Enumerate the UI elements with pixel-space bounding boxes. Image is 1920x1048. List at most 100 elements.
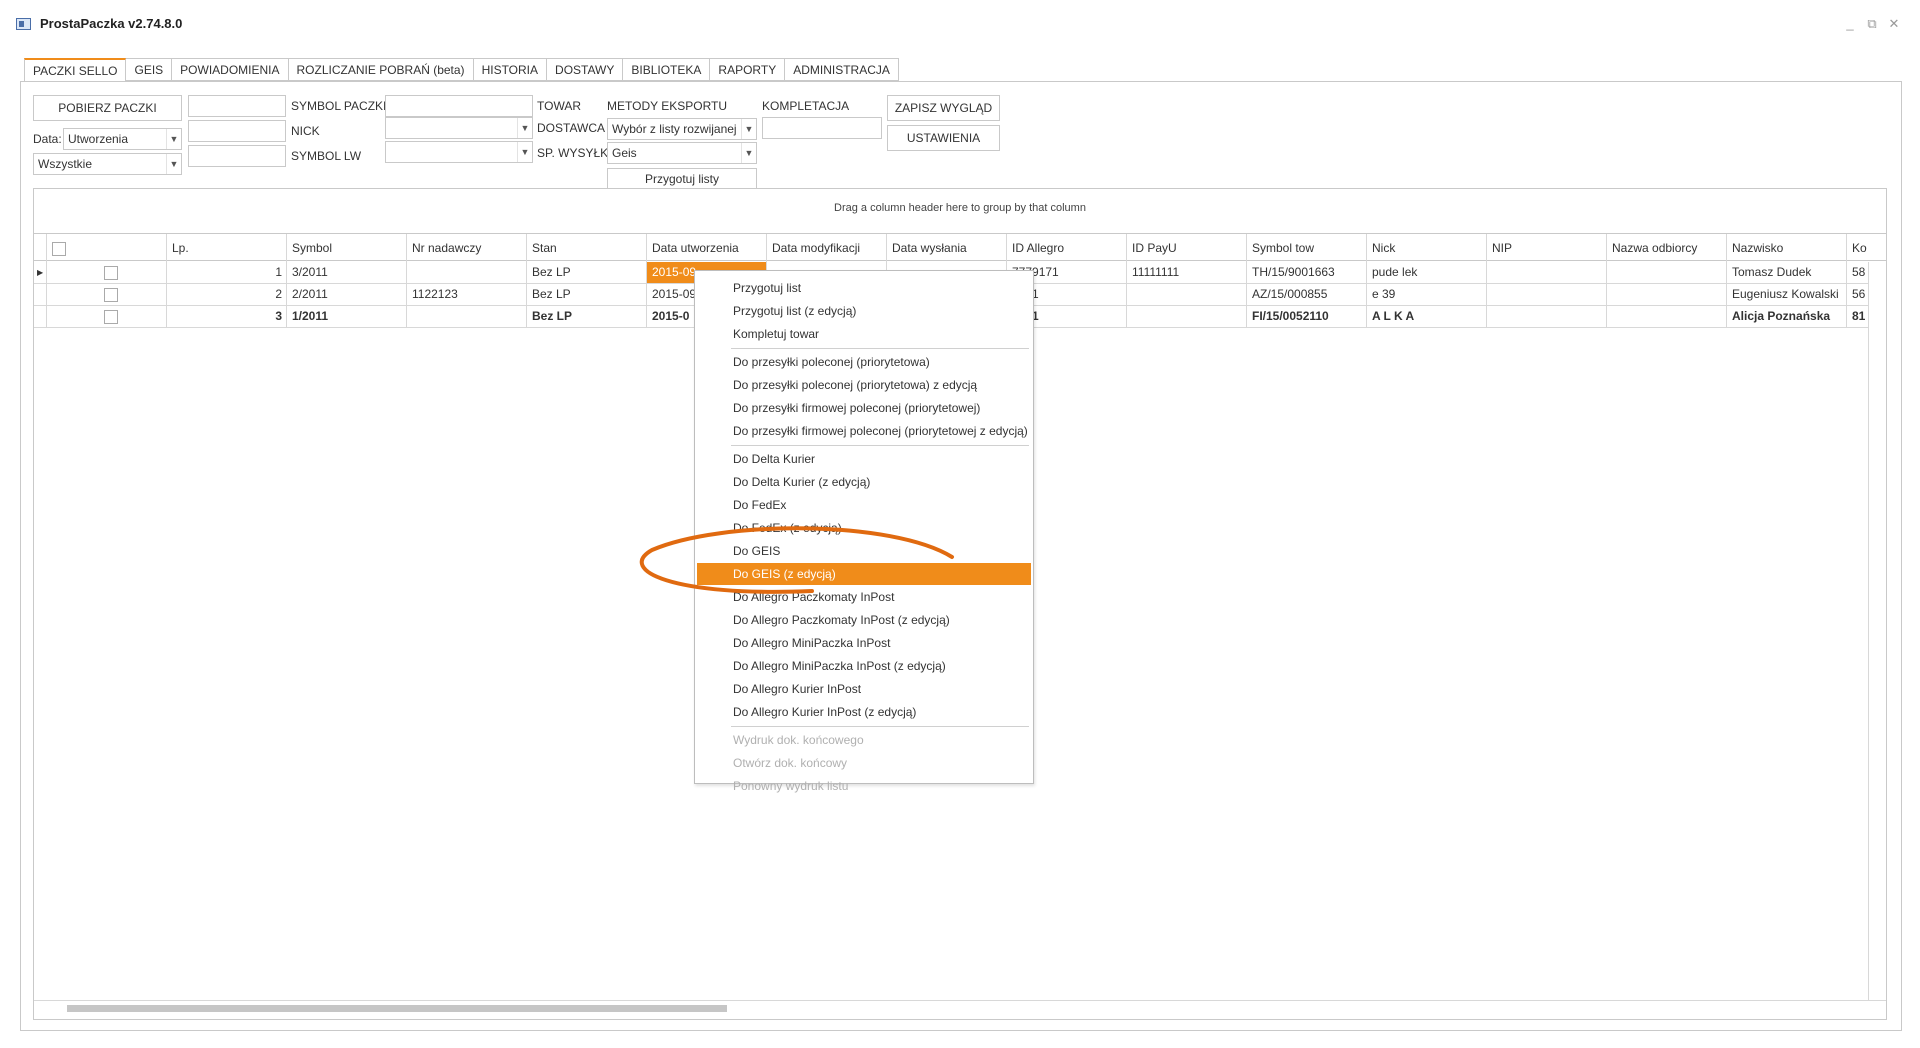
table-cell[interactable]: AZ/15/000855 <box>1246 284 1366 305</box>
row-select-cell <box>46 284 166 305</box>
towar-input[interactable] <box>385 95 533 117</box>
table-cell[interactable] <box>1126 306 1246 327</box>
table-cell[interactable]: 2/2011 <box>286 284 406 305</box>
column-header[interactable]: Data modyfikacji <box>766 234 886 262</box>
restore-icon[interactable]: ⧉ <box>1864 16 1880 32</box>
tab-geis[interactable]: GEIS <box>126 58 173 81</box>
menu-item[interactable]: Do przesyłki firmowej poleconej (prioryt… <box>697 397 1031 419</box>
menu-item[interactable]: Przygotuj list (z edycją) <box>697 300 1031 322</box>
column-header[interactable]: Nick <box>1366 234 1486 262</box>
column-header[interactable]: Symbol <box>286 234 406 262</box>
table-cell[interactable]: 1/2011 <box>286 306 406 327</box>
tab-strip: PACZKI SELLO GEIS POWIADOMIENIA ROZLICZANIE… <box>24 58 899 82</box>
row-checkbox[interactable] <box>104 287 118 302</box>
menu-item[interactable]: Do Allegro MiniPaczka InPost (z edycją) <box>697 655 1031 677</box>
menu-separator <box>731 348 1029 349</box>
data-combo[interactable]: Utworzenia ▼ <box>63 128 182 150</box>
menu-item[interactable]: Do przesyłki poleconej (priorytetowa) <box>697 351 1031 373</box>
nick-input[interactable] <box>188 120 286 142</box>
table-cell[interactable]: Bez LP <box>526 306 646 327</box>
minimize-icon[interactable]: _ <box>1842 16 1858 32</box>
table-cell[interactable] <box>1606 262 1726 283</box>
table-cell[interactable]: 3 <box>166 306 286 327</box>
menu-item[interactable]: Do Delta Kurier (z edycją) <box>697 471 1031 493</box>
table-cell[interactable] <box>1486 284 1606 305</box>
chevron-down-icon: ▼ <box>741 143 756 163</box>
ustawienia-button[interactable]: USTAWIENIA <box>887 125 1000 151</box>
przygotuj-listy-button[interactable]: Przygotuj listy <box>607 168 757 189</box>
table-cell[interactable]: Eugeniusz Kowalski <box>1726 284 1846 305</box>
menu-item[interactable]: Do Allegro Kurier InPost (z edycją) <box>697 701 1031 723</box>
table-cell[interactable] <box>1486 262 1606 283</box>
tab-paczki-sello[interactable]: PACZKI SELLO <box>24 58 127 82</box>
table-cell[interactable]: 1 <box>166 262 286 283</box>
kompletacja-input[interactable] <box>762 117 882 139</box>
menu-item[interactable]: Do Allegro Kurier InPost <box>697 678 1031 700</box>
table-cell[interactable]: Bez LP <box>526 262 646 283</box>
table-cell[interactable] <box>1606 306 1726 327</box>
table-cell[interactable]: 3/2011 <box>286 262 406 283</box>
column-header[interactable]: ID PayU <box>1126 234 1246 262</box>
column-header[interactable]: Ko <box>1846 234 1886 262</box>
column-header[interactable]: ID Allegro <box>1006 234 1126 262</box>
table-cell[interactable]: Bez LP <box>526 284 646 305</box>
menu-item[interactable]: Kompletuj towar <box>697 323 1031 345</box>
row-checkbox[interactable] <box>104 265 118 280</box>
menu-item[interactable]: Do Allegro MiniPaczka InPost <box>697 632 1031 654</box>
table-cell[interactable]: e 39 <box>1366 284 1486 305</box>
metody-eksportu-combo[interactable]: Wybór z listy rozwijanej ▼ <box>607 118 757 140</box>
column-header[interactable]: Nazwisko <box>1726 234 1846 262</box>
table-cell[interactable]: 2 <box>166 284 286 305</box>
table-cell[interactable]: Alicja Poznańska <box>1726 306 1846 327</box>
column-header[interactable]: Data wysłania <box>886 234 1006 262</box>
column-header[interactable]: Nazwa odbiorcy <box>1606 234 1726 262</box>
menu-item[interactable]: Do przesyłki poleconej (priorytetowa) z … <box>697 374 1031 396</box>
sp-wysylki-combo[interactable]: ▼ <box>385 141 533 163</box>
tab-historia[interactable]: HISTORIA <box>473 58 548 81</box>
table-cell[interactable]: 1122123 <box>406 284 526 305</box>
tab-biblioteka[interactable]: BIBLIOTEKA <box>623 58 711 81</box>
column-header[interactable]: Data utworzenia <box>646 234 766 262</box>
column-header[interactable]: Lp. <box>166 234 286 262</box>
pobierz-paczki-button[interactable]: POBIERZ PACZKI <box>33 95 182 121</box>
table-cell[interactable]: pude lek <box>1366 262 1486 283</box>
menu-item[interactable]: Do FedEx <box>697 494 1031 516</box>
menu-item[interactable]: Przygotuj list <box>697 277 1031 299</box>
kurier-combo[interactable]: Geis ▼ <box>607 142 757 164</box>
tab-powiadomienia[interactable]: POWIADOMIENIA <box>172 58 289 81</box>
column-header[interactable]: NIP <box>1486 234 1606 262</box>
table-cell[interactable]: A L K A <box>1366 306 1486 327</box>
close-icon[interactable]: ✕ <box>1886 16 1902 32</box>
symbol-paczki-input[interactable] <box>188 95 286 117</box>
column-header[interactable]: Nr nadawczy <box>406 234 526 262</box>
tab-dostawy[interactable]: DOSTAWY <box>547 58 624 81</box>
dostawca-combo[interactable]: ▼ <box>385 117 533 139</box>
vertical-scrollbar[interactable] <box>1868 262 1885 1000</box>
column-header[interactable]: Stan <box>526 234 646 262</box>
table-cell[interactable]: TH/15/9001663 <box>1246 262 1366 283</box>
select-all-checkbox[interactable] <box>52 241 66 256</box>
status-combo[interactable]: Wszystkie ▼ <box>33 153 182 175</box>
tab-raporty[interactable]: RAPORTY <box>710 58 786 81</box>
table-cell[interactable] <box>1126 284 1246 305</box>
symbol-lw-input[interactable] <box>188 145 286 167</box>
chevron-down-icon: ▼ <box>517 118 532 138</box>
table-cell[interactable] <box>1486 306 1606 327</box>
table-cell[interactable] <box>406 306 526 327</box>
table-cell[interactable]: Tomasz Dudek <box>1726 262 1846 283</box>
tab-administracja[interactable]: ADMINISTRACJA <box>785 58 899 81</box>
menu-item[interactable]: Do Allegro Paczkomaty InPost (z edycją) <box>697 609 1031 631</box>
table-cell[interactable] <box>406 262 526 283</box>
table-cell[interactable]: 11111111 <box>1126 262 1246 283</box>
menu-item[interactable]: Do przesyłki firmowej poleconej (prioryt… <box>697 420 1031 442</box>
row-indicator <box>34 306 46 327</box>
column-header[interactable]: Symbol tow <box>1246 234 1366 262</box>
tab-rozliczanie-pobra-beta[interactable]: ROZLICZANIE POBRAŃ (beta) <box>288 58 474 81</box>
menu-item[interactable]: Do Delta Kurier <box>697 448 1031 470</box>
horizontal-scroll-thumb[interactable] <box>67 1005 727 1012</box>
table-cell[interactable]: FI/15/0052110 <box>1246 306 1366 327</box>
table-cell[interactable] <box>1606 284 1726 305</box>
row-select-cell <box>46 306 166 327</box>
row-checkbox[interactable] <box>104 309 118 324</box>
zapisz-wyglad-button[interactable]: ZAPISZ WYGLĄD <box>887 95 1000 121</box>
